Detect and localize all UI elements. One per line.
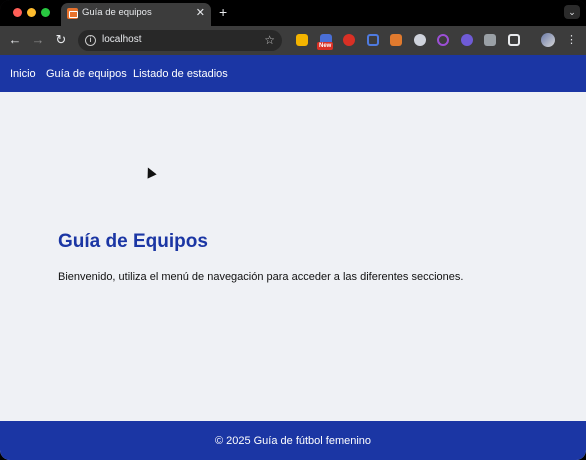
tab-title: Guía de equipos <box>82 7 152 18</box>
extension-brackets-icon[interactable] <box>437 34 449 46</box>
nav-link-inicio[interactable]: Inicio <box>10 68 36 80</box>
site-info-icon[interactable]: i <box>85 35 96 46</box>
browser-toolbar: ← → ↻ i localhost ☆ ⋮ <box>0 26 586 55</box>
extensions-puzzle-icon[interactable] <box>508 34 520 46</box>
browser-menu-icon[interactable]: ⋮ <box>566 32 577 48</box>
extension-location-icon[interactable] <box>414 34 426 46</box>
mouse-cursor-icon <box>143 165 157 179</box>
extension-fox-icon[interactable] <box>390 34 402 46</box>
profile-avatar[interactable] <box>541 33 555 47</box>
address-bar[interactable]: i localhost ☆ <box>78 30 282 51</box>
nav-link-listado-de-estadios[interactable]: Listado de estadios <box>133 68 228 80</box>
window-maximize-button[interactable] <box>41 8 50 17</box>
bookmark-star-icon[interactable]: ☆ <box>264 32 275 48</box>
tab-strip: Guía de equipos ✕ + ⌄ <box>0 0 586 26</box>
welcome-text: Bienvenido, utiliza el menú de navegació… <box>58 271 464 283</box>
favicon-icon <box>67 8 78 19</box>
footer-copyright: © 2025 Guía de fútbol femenino <box>214 435 372 447</box>
forward-button[interactable]: → <box>30 32 46 48</box>
extension-circle-icon[interactable] <box>461 34 473 46</box>
window-minimize-button[interactable] <box>27 8 36 17</box>
extension-adblock-icon[interactable] <box>343 34 355 46</box>
tab-search-button[interactable]: ⌄ <box>564 5 580 19</box>
reload-button[interactable]: ↻ <box>53 32 69 48</box>
extension-hex-icon[interactable] <box>367 34 379 46</box>
page-title: Guía de Equipos <box>58 231 208 252</box>
back-button[interactable]: ← <box>7 32 23 48</box>
web-page: Inicio Guía de equipos Listado de estadi… <box>0 55 586 460</box>
extension-note-icon[interactable] <box>296 34 308 46</box>
browser-tab[interactable]: Guía de equipos ✕ <box>61 3 211 26</box>
new-tab-button[interactable]: + <box>219 4 227 20</box>
extension-grid-icon[interactable] <box>484 34 496 46</box>
window-close-button[interactable] <box>13 8 22 17</box>
site-footer: © 2025 Guía de fútbol femenino <box>0 421 586 460</box>
site-navbar: Inicio Guía de equipos Listado de estadi… <box>0 55 586 92</box>
nav-link-guia-de-equipos[interactable]: Guía de equipos <box>46 68 127 80</box>
extension-new-badge: New <box>317 42 334 50</box>
tab-close-icon[interactable]: ✕ <box>196 6 205 20</box>
url-text[interactable]: localhost <box>102 34 141 45</box>
browser-window: Guía de equipos ✕ + ⌄ ← → ↻ i localhost … <box>0 0 586 460</box>
